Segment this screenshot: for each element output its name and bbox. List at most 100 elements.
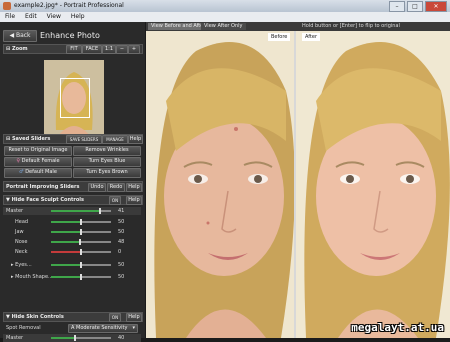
face-slider-fill-nose: [51, 241, 80, 243]
face-slider-handle-jaw[interactable]: [80, 229, 82, 235]
face-slider-value-mouth-shape: 50: [118, 274, 125, 280]
before-label: Before: [268, 33, 291, 41]
close-button[interactable]: ✕: [425, 1, 447, 12]
zoom-face-button[interactable]: FACE: [82, 45, 102, 54]
face-slider-handle-neck[interactable]: [80, 249, 82, 255]
tab-before-and-after[interactable]: View Before and After: [148, 23, 209, 30]
face-slider-text-neck: Neck: [15, 249, 28, 255]
face-slider-value-master: 41: [118, 208, 125, 214]
spot-removal-label: Spot Removal: [6, 325, 41, 331]
female-icon: ♀: [16, 158, 21, 164]
default-female-button[interactable]: ♀ Default Female: [4, 157, 72, 167]
face-slider-row-neck: Neck 0: [3, 248, 141, 256]
skin-master-row: Master 40: [3, 334, 141, 342]
saved-sliders-help-button[interactable]: Help: [128, 135, 143, 144]
before-photo-pane[interactable]: Before: [146, 31, 294, 338]
skin-controls-help-button[interactable]: Help: [126, 313, 142, 322]
face-slider-value-nose: 48: [118, 239, 125, 245]
face-slider-text-jaw: Jaw: [15, 229, 24, 235]
menu-edit[interactable]: Edit: [20, 12, 42, 22]
tab-after-only[interactable]: View After Only: [201, 23, 246, 30]
menu-view[interactable]: View: [42, 12, 66, 22]
dropdown-arrow-icon: ▾: [132, 325, 135, 331]
skin-controls-toggle[interactable]: ON: [109, 313, 121, 322]
face-slider-row-eyes: ▸ Eyes... 50: [3, 261, 141, 269]
face-slider-label-neck: Neck: [15, 249, 27, 255]
face-slider-handle-mouth-shape[interactable]: [80, 274, 82, 280]
face-sculpt-help-button[interactable]: Help: [126, 196, 142, 205]
redo-button[interactable]: Redo: [107, 183, 125, 192]
face-slider-fill-master: [51, 210, 101, 212]
face-slider-handle-eyes[interactable]: [80, 262, 82, 268]
face-slider-handle-head[interactable]: [80, 219, 82, 225]
face-slider-fill-neck: [51, 251, 81, 253]
before-portrait-image: [146, 31, 294, 338]
maximize-button[interactable]: □: [407, 1, 423, 12]
face-slider-value-head: 50: [118, 219, 125, 225]
skin-controls-bar: ▼ Hide Skin Controls ON Help: [3, 312, 143, 322]
save-sliders-button[interactable]: SAVE SLIDERS: [66, 135, 102, 144]
face-slider-text-master: Master: [6, 208, 24, 214]
face-sculpt-toggle[interactable]: ON: [109, 196, 121, 205]
face-slider-text-nose: Nose: [15, 239, 28, 245]
after-photo-pane[interactable]: After megalayt.at.ua: [296, 31, 450, 338]
reset-original-button[interactable]: Reset to Original Image: [4, 146, 72, 156]
face-slider-value-jaw: 50: [118, 229, 125, 235]
back-button[interactable]: ◀ Back: [3, 30, 37, 42]
skin-master-value: 40: [118, 335, 125, 341]
face-slider-label-eyes[interactable]: ▸ Eyes...: [11, 262, 32, 268]
default-male-button[interactable]: ♂ Default Male: [4, 168, 72, 178]
face-slider-label-master: Master: [6, 208, 23, 214]
saved-sliders-bar: ⊟ Saved Sliders SAVE SLIDERS MANAGE Help: [3, 134, 143, 144]
navigator-thumbnail[interactable]: [44, 60, 104, 136]
skin-master-slider-handle[interactable]: [74, 335, 76, 341]
after-portrait-image: [296, 31, 450, 338]
zoom-out-button[interactable]: −: [116, 45, 128, 54]
manage-sliders-button[interactable]: MANAGE: [102, 135, 128, 144]
face-slider-eyes[interactable]: [51, 262, 111, 268]
saved-sliders-label: ⊟ Saved Sliders: [6, 136, 51, 142]
face-slider-mouth-shape[interactable]: [51, 274, 111, 280]
zoom-fit-button[interactable]: FIT: [66, 45, 82, 54]
minimize-button[interactable]: –: [389, 1, 405, 12]
face-sculpt-label[interactable]: ▼ Hide Face Sculpt Controls: [6, 197, 84, 203]
menu-help[interactable]: Help: [66, 12, 90, 22]
turn-eyes-brown-button[interactable]: Turn Eyes Brown: [73, 168, 141, 178]
face-slider-handle-master[interactable]: [99, 208, 102, 214]
after-label: After: [302, 33, 321, 41]
portrait-sliders-help-button[interactable]: Help: [126, 183, 142, 192]
navigator-viewport-rect[interactable]: [60, 78, 90, 118]
skin-master-label: Master: [6, 335, 24, 341]
remove-wrinkles-button[interactable]: Remove Wrinkles: [73, 146, 141, 156]
skin-master-slider[interactable]: [51, 335, 111, 341]
face-slider-handle-nose[interactable]: [78, 239, 81, 245]
face-slider-text-eyes: Eyes...: [15, 262, 32, 268]
zoom-in-button[interactable]: +: [128, 45, 140, 54]
flip-hint: Hold button or [Enter] to flip to origin…: [302, 23, 400, 29]
face-slider-row-master: Master 41: [3, 207, 141, 215]
face-slider-neck[interactable]: [51, 249, 111, 255]
face-slider-jaw[interactable]: [51, 229, 111, 235]
face-slider-fill-jaw: [51, 231, 81, 233]
face-slider-row-jaw: Jaw 50: [3, 228, 141, 236]
spot-removal-select[interactable]: A Moderate Sensitivity ▾: [68, 324, 138, 333]
face-slider-value-neck: 0: [118, 249, 122, 255]
face-slider-nose[interactable]: [51, 239, 111, 245]
face-slider-master[interactable]: [51, 208, 111, 214]
menu-bar: File Edit View Help: [0, 12, 450, 22]
title-bar: example2.jpg* - Portrait Professional – …: [0, 0, 450, 12]
skin-controls-label[interactable]: ▼ Hide Skin Controls: [6, 314, 64, 320]
undo-button[interactable]: Undo: [88, 183, 106, 192]
face-slider-label-nose: Nose: [15, 239, 27, 245]
section-title: Enhance Photo: [40, 31, 100, 40]
menu-file[interactable]: File: [0, 12, 20, 22]
photo-area: View Before and After View After Only Ho…: [146, 22, 450, 338]
face-slider-head[interactable]: [51, 219, 111, 225]
zoom-1to1-button[interactable]: 1:1: [102, 45, 116, 54]
control-panel: ◀ Back Enhance Photo ⊟ Zoom FIT FACE 1:1…: [0, 22, 145, 342]
face-slider-fill-eyes: [51, 264, 81, 266]
zoom-bar: ⊟ Zoom FIT FACE 1:1 − +: [3, 44, 143, 54]
face-slider-label-mouth-shape[interactable]: ▸ Mouth Shape...: [11, 274, 53, 280]
turn-eyes-blue-button[interactable]: Turn Eyes Blue: [73, 157, 141, 167]
face-slider-label-jaw: Jaw: [15, 229, 24, 235]
